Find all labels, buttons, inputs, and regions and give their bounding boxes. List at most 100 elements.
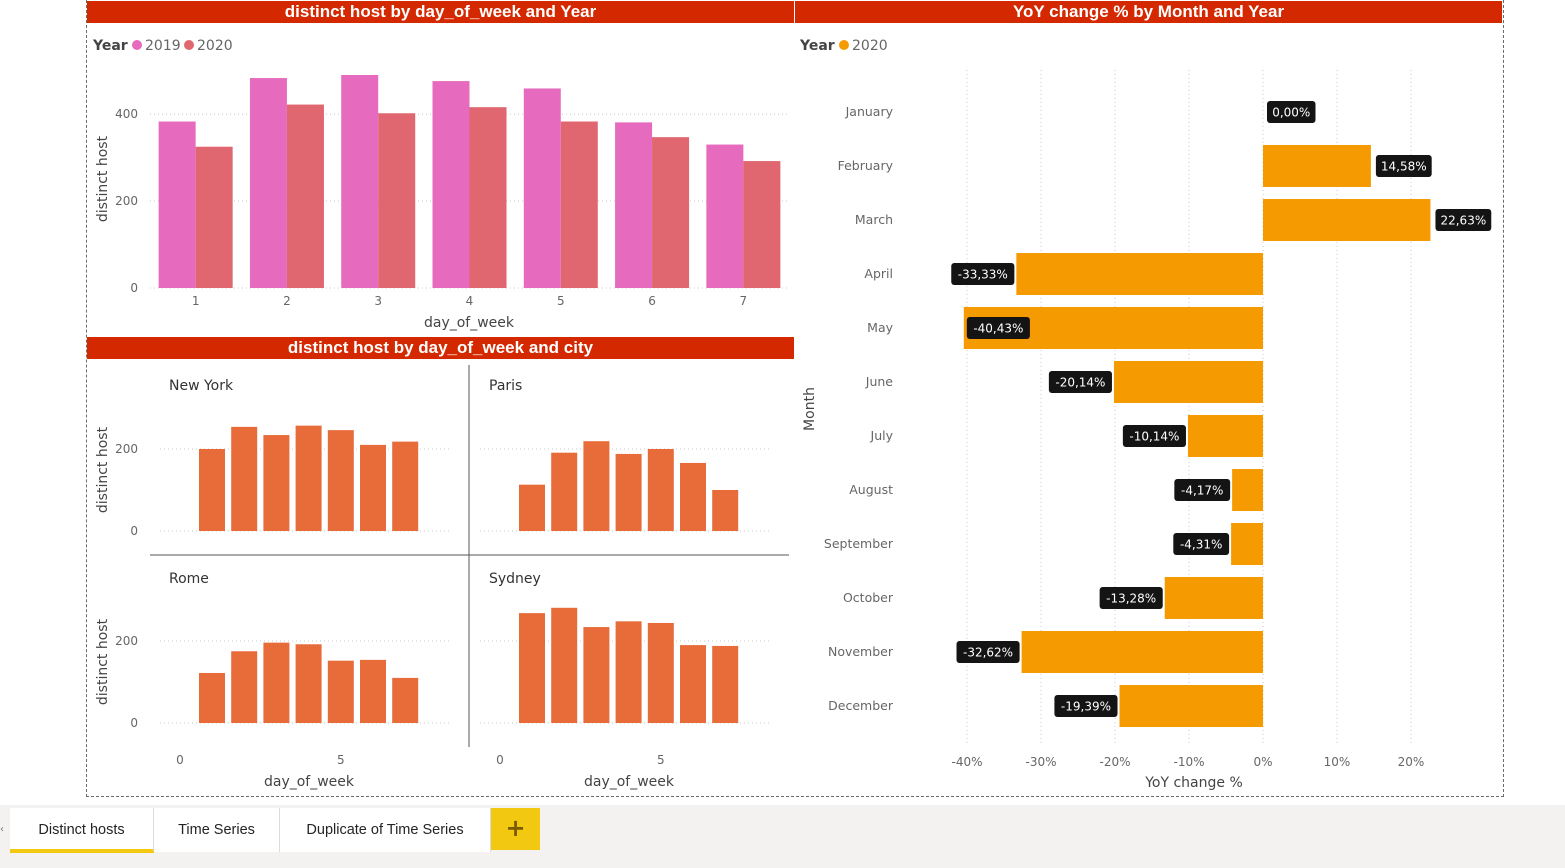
bar-sydney-day-6[interactable] — [680, 645, 706, 723]
panel-title-new-york: New York — [169, 378, 234, 394]
bar-rome-day-2[interactable] — [231, 651, 258, 723]
x-tick-label: 0% — [1253, 755, 1272, 769]
legend-title: Year — [799, 38, 835, 54]
bar-2020-day-3[interactable] — [378, 113, 416, 289]
bar-rome-day-4[interactable] — [295, 644, 322, 723]
panel-title-rome: Rome — [169, 571, 209, 587]
data-label-text: 0,00% — [1272, 106, 1310, 120]
bar-paris-day-3[interactable] — [583, 441, 610, 531]
x-tick-label: -40% — [951, 755, 982, 769]
x-axis-title-right: day_of_week — [584, 774, 675, 790]
x-tick-label: 6 — [648, 294, 656, 308]
y-axis-title: distinct host — [95, 135, 111, 222]
data-label-may: -40,43% — [966, 317, 1030, 339]
x-tick-label: 5 — [657, 753, 665, 767]
bar-2019-day-1[interactable] — [158, 121, 196, 289]
chart-distinct-host-by-day-year[interactable]: Year 2019 2020 0 200 400 1 2 3 4 5 6 7 distinct … — [87, 24, 794, 336]
bar-sydney-day-1[interactable] — [519, 613, 545, 723]
legend-marker-2020 — [184, 40, 194, 50]
bar-august[interactable] — [1232, 469, 1263, 511]
data-label-october: -13,28% — [1099, 587, 1163, 609]
bar-2020-day-2[interactable] — [286, 104, 324, 289]
legend-marker-2019 — [132, 40, 142, 50]
data-label-december: -19,39% — [1054, 695, 1118, 717]
tab-time-series[interactable]: Time Series — [154, 808, 280, 852]
bar-new-york-day-2[interactable] — [231, 426, 258, 531]
bar-rome-day-6[interactable] — [360, 659, 386, 723]
add-page-button[interactable]: + — [491, 808, 540, 850]
month-label-november: November — [828, 644, 894, 659]
month-label-october: October — [843, 590, 894, 605]
bar-2019-day-6[interactable] — [615, 122, 653, 289]
bar-2019-day-3[interactable] — [341, 75, 379, 288]
data-label-text: -19,39% — [1061, 700, 1111, 714]
data-label-text: -4,31% — [1180, 538, 1222, 552]
bar-sydney-day-2[interactable] — [551, 607, 578, 723]
bar-2020-day-6[interactable] — [652, 137, 690, 288]
bar-february[interactable] — [1263, 145, 1371, 187]
chart-yoy-change-by-month[interactable]: Year 2020 0,00% 14,58% 22,63% -33,33% -40,43… — [795, 24, 1502, 796]
bar-rome-day-1[interactable] — [199, 672, 225, 723]
legend-label-2020[interactable]: 2020 — [197, 38, 233, 54]
bar-november[interactable] — [1021, 631, 1263, 673]
bar-new-york-day-6[interactable] — [360, 444, 386, 531]
bar-2019-day-2[interactable] — [249, 78, 287, 288]
bar-paris-day-4[interactable] — [615, 453, 642, 531]
bar-september[interactable] — [1231, 523, 1263, 565]
tab-duplicate-of-time-series[interactable]: Duplicate of Time Series — [280, 808, 491, 852]
bar-2020-day-4[interactable] — [469, 107, 507, 288]
legend-label-2020[interactable]: 2020 — [852, 38, 888, 54]
bar-paris-day-5[interactable] — [647, 449, 674, 531]
chart-distinct-host-by-day-city[interactable]: New York 0 200 Paris Rome 0 200 0 5 Sydney 0 5 dist… — [87, 360, 794, 796]
bar-new-york-day-4[interactable] — [295, 425, 322, 531]
bar-sydney-day-7[interactable] — [712, 645, 739, 723]
data-label-text: -10,14% — [1129, 430, 1179, 444]
bar-new-york-day-1[interactable] — [199, 449, 225, 531]
x-tick-label: -30% — [1025, 755, 1056, 769]
chart1-title: distinct host by day_of_week and Year — [87, 1, 794, 23]
bar-sydney-day-4[interactable] — [615, 621, 642, 723]
legend-title: Year — [92, 38, 128, 54]
bar-december[interactable] — [1119, 685, 1263, 727]
month-label-june: June — [865, 374, 894, 389]
panel-title-sydney: Sydney — [489, 571, 541, 587]
month-label-august: August — [849, 482, 893, 497]
bar-paris-day-1[interactable] — [519, 484, 545, 531]
bar-rome-day-7[interactable] — [392, 677, 419, 723]
bar-new-york-day-3[interactable] — [263, 435, 290, 531]
data-label-text: -33,33% — [958, 268, 1008, 282]
bar-october[interactable] — [1164, 577, 1263, 619]
legend-label-2019[interactable]: 2019 — [145, 38, 181, 54]
y-tick-label: 200 — [115, 442, 138, 456]
bar-2020-day-1[interactable] — [195, 146, 233, 288]
bar-2019-day-7[interactable] — [706, 144, 744, 288]
bar-paris-day-7[interactable] — [712, 490, 739, 531]
bar-june[interactable] — [1113, 361, 1263, 403]
data-label-july: -10,14% — [1122, 425, 1186, 447]
bar-sydney-day-3[interactable] — [583, 627, 610, 723]
panel-title-paris: Paris — [489, 378, 522, 394]
tab-distinct-hosts[interactable]: Distinct hosts — [10, 808, 154, 853]
bar-2020-day-7[interactable] — [743, 161, 781, 288]
bar-rome-day-3[interactable] — [263, 642, 290, 723]
data-label-november: -32,62% — [956, 641, 1020, 663]
bar-2019-day-4[interactable] — [432, 81, 470, 288]
bar-new-york-day-7[interactable] — [392, 441, 419, 531]
data-label-august: -4,17% — [1174, 479, 1231, 501]
bar-rome-day-5[interactable] — [327, 660, 354, 723]
x-tick-label: 2 — [283, 294, 291, 308]
y-tick-label: 200 — [115, 194, 138, 208]
data-label-text: -32,62% — [963, 646, 1013, 660]
bar-march[interactable] — [1263, 199, 1431, 241]
bar-2019-day-5[interactable] — [523, 88, 561, 288]
bar-july[interactable] — [1187, 415, 1263, 457]
chart3-title: YoY change % by Month and Year — [795, 1, 1502, 23]
bar-paris-day-2[interactable] — [551, 452, 578, 531]
bar-new-york-day-5[interactable] — [327, 430, 354, 531]
bar-april[interactable] — [1016, 253, 1263, 295]
tabs-scroll-left-icon[interactable]: ‹ — [0, 808, 9, 852]
bar-2020-day-5[interactable] — [560, 121, 598, 289]
bar-paris-day-6[interactable] — [680, 462, 706, 531]
x-tick-label: 4 — [466, 294, 474, 308]
bar-sydney-day-5[interactable] — [647, 622, 674, 723]
